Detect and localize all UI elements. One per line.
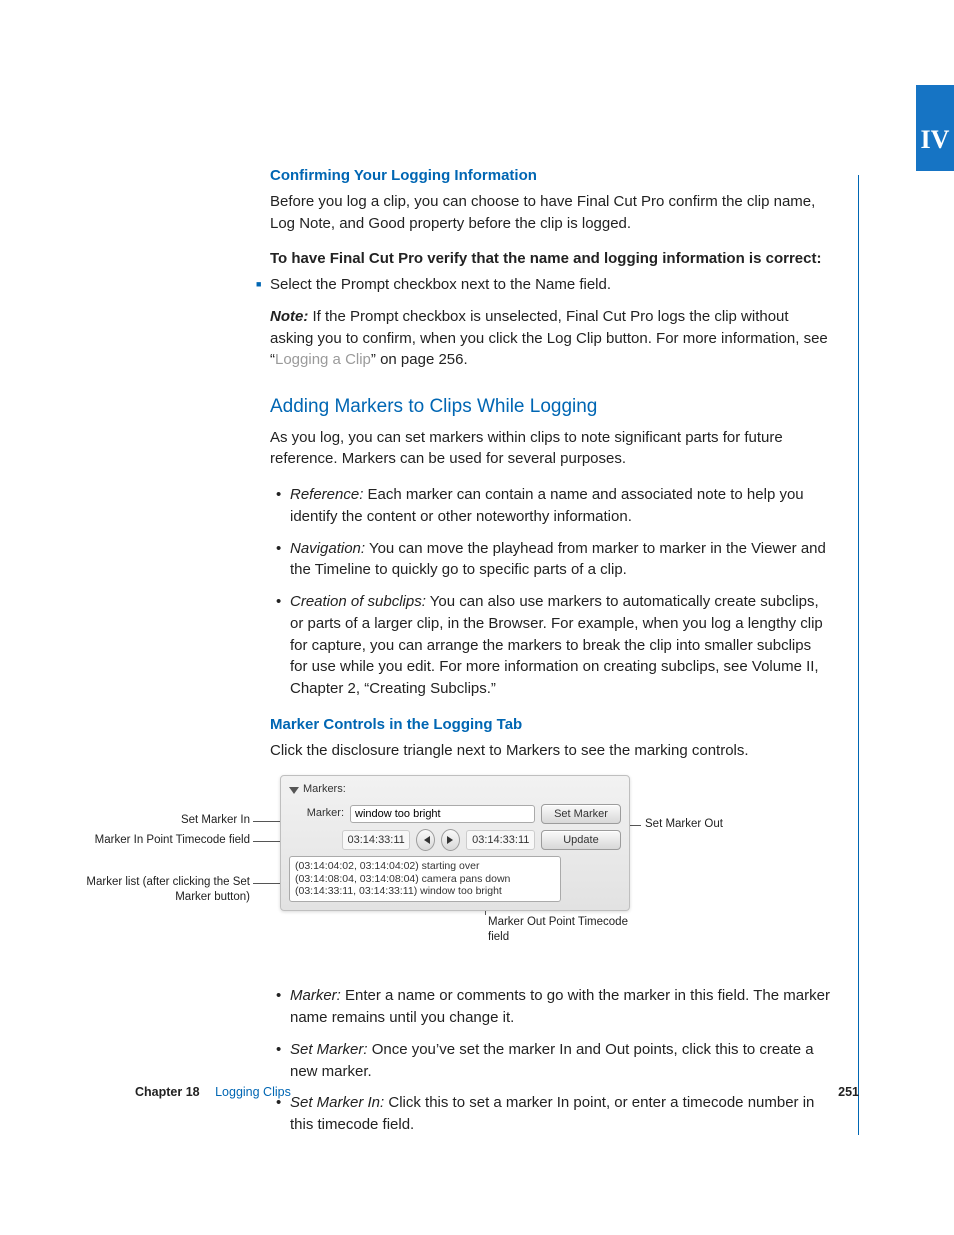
page-footer: Chapter 18 Logging Clips 251 [135, 1083, 859, 1101]
link-logging-a-clip[interactable]: Logging a Clip [275, 351, 371, 368]
marker-list-box[interactable]: (03:14:04:02, 03:14:04:02) starting over… [289, 856, 561, 902]
list-item: Creation of subclips: You can also use m… [290, 591, 830, 700]
control-list: Marker: Enter a name or comments to go w… [270, 985, 830, 1136]
marker-name-input[interactable] [350, 805, 535, 823]
bullet-lead: Set Marker: [290, 1041, 368, 1058]
marker-label: Marker: [289, 806, 344, 822]
callout-set-marker-in: Set Marker In [105, 813, 250, 827]
note-body-b: ” on page 256. [371, 351, 468, 368]
bullet-text: Enter a name or comments to go with the … [290, 987, 830, 1026]
callout-out-point: Marker Out Point Timecode field [488, 915, 638, 944]
set-marker-in-button[interactable] [416, 829, 435, 851]
list-item: Reference: Each marker can contain a nam… [290, 484, 830, 528]
list-item: Set Marker: Once you’ve set the marker I… [290, 1039, 830, 1083]
paragraph-verify-bold: To have Final Cut Pro verify that the na… [270, 248, 830, 270]
bullet-lead: Marker: [290, 987, 341, 1004]
list-item: (03:14:33:11, 03:14:33:11) window too br… [295, 885, 555, 898]
paragraph-confirm: Before you log a clip, you can choose to… [270, 191, 830, 235]
panel-title: Markers: [303, 782, 346, 798]
set-marker-button[interactable]: Set Marker [541, 804, 621, 824]
step-select-prompt: Select the Prompt checkbox next to the N… [270, 274, 830, 296]
list-item: (03:14:08:04, 03:14:08:04) camera pans d… [295, 873, 555, 886]
chapter-label: Chapter 18 [135, 1085, 200, 1099]
marker-in-icon [421, 835, 431, 845]
bullet-lead: Creation of subclips: [290, 593, 426, 610]
paragraph-marker-controls: Click the disclosure triangle next to Ma… [270, 740, 830, 762]
purpose-list: Reference: Each marker can contain a nam… [270, 484, 830, 700]
marker-out-icon [446, 835, 456, 845]
margin-rule [858, 175, 859, 1135]
bullet-text: You can move the playhead from marker to… [290, 540, 826, 579]
list-item: Navigation: You can move the playhead fr… [290, 538, 830, 582]
part-tab: IV [916, 85, 954, 171]
main-content: Confirming Your Logging Information Befo… [270, 165, 830, 1150]
bullet-text: Once you’ve set the marker In and Out po… [290, 1041, 814, 1080]
note-block: Note: If the Prompt checkbox is unselect… [270, 306, 830, 371]
note-label: Note: [270, 308, 308, 325]
bullet-lead: Reference: [290, 486, 363, 503]
marker-out-timecode-field[interactable]: 03:14:33:11 [466, 830, 535, 850]
list-item: Marker: Enter a name or comments to go w… [290, 985, 830, 1029]
markers-panel: Markers: Marker: Set Marker 03:14:33:11 [280, 775, 630, 911]
set-marker-out-button[interactable] [441, 829, 460, 851]
callout-marker-list: Marker list (after clicking the Set Mark… [85, 875, 250, 904]
update-button[interactable]: Update [541, 830, 621, 850]
heading-confirm-logging: Confirming Your Logging Information [270, 165, 830, 187]
callout-in-tc-field: Marker In Point Timecode field [85, 833, 250, 847]
page-number: 251 [838, 1083, 859, 1101]
chapter-title: Logging Clips [215, 1085, 291, 1099]
marker-in-timecode-field[interactable]: 03:14:33:11 [342, 830, 411, 850]
bullet-text: Each marker can contain a name and assoc… [290, 486, 804, 525]
part-tab-label: IV [921, 121, 950, 159]
heading-adding-markers: Adding Markers to Clips While Logging [270, 393, 830, 421]
disclosure-triangle-icon[interactable] [289, 787, 299, 794]
heading-marker-controls: Marker Controls in the Logging Tab [270, 714, 830, 736]
bullet-lead: Navigation: [290, 540, 365, 557]
paragraph-adding: As you log, you can set markers within c… [270, 427, 830, 471]
figure-marker-controls: Set Marker In Marker In Point Timecode f… [115, 775, 835, 965]
callout-set-marker-out: Set Marker Out [645, 817, 785, 831]
list-item: (03:14:04:02, 03:14:04:02) starting over [295, 860, 555, 873]
